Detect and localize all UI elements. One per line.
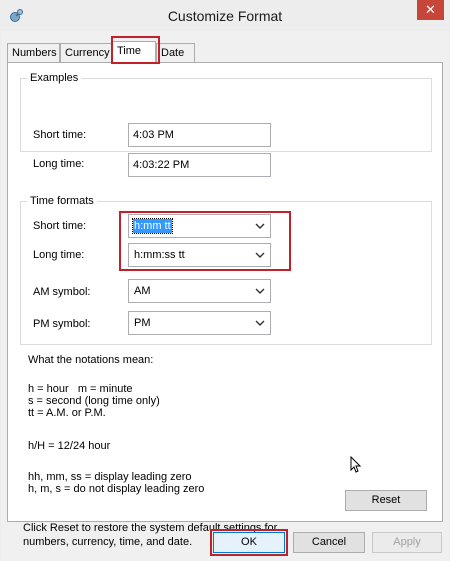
tab-numbers[interactable]: Numbers xyxy=(7,43,60,63)
notation-line: h = hour m = minute xyxy=(28,383,133,395)
title-bar[interactable]: Customize Format ✕ xyxy=(0,0,450,31)
short-time-format-label: Short time: xyxy=(33,220,87,232)
pm-symbol-value: PM xyxy=(134,317,151,329)
am-symbol-label: AM symbol: xyxy=(33,286,91,298)
close-icon: ✕ xyxy=(425,2,436,17)
tab-date[interactable]: Date xyxy=(156,43,195,63)
time-tab-highlight xyxy=(111,36,160,64)
example-long-time-field[interactable]: 4:03:22 PM xyxy=(128,153,271,177)
notations-heading: What the notations mean: xyxy=(28,354,154,366)
tab-panel-time: Examples Short time: 4:03 PM Long time: … xyxy=(7,62,443,548)
notation-line: tt = A.M. or P.M. xyxy=(28,407,106,419)
apply-button[interactable]: Apply xyxy=(372,532,442,553)
chevron-down-icon[interactable] xyxy=(254,284,266,298)
format-fields-highlight xyxy=(119,211,291,271)
notation-line: hh, mm, ss = display leading zero xyxy=(28,471,192,483)
example-long-time-label: Long time: xyxy=(33,158,85,170)
example-short-time-label: Short time: xyxy=(33,129,87,141)
reset-description-line2: numbers, currency, time, and date. xyxy=(23,536,193,548)
am-symbol-value: AM xyxy=(134,285,151,297)
notation-line: h, m, s = do not display leading zero xyxy=(28,483,205,495)
dialog-client-area: Numbers Currency Time Date Examples Shor… xyxy=(1,31,449,561)
am-symbol-combo[interactable]: AM xyxy=(128,279,271,303)
mouse-cursor-icon xyxy=(350,455,362,474)
pm-symbol-label: PM symbol: xyxy=(33,318,91,330)
pm-symbol-combo[interactable]: PM xyxy=(128,311,271,335)
customize-format-dialog: Customize Format ✕ Numbers Currency Time… xyxy=(0,0,450,561)
chevron-down-icon[interactable] xyxy=(254,316,266,330)
ok-button-highlight xyxy=(210,529,288,556)
time-formats-legend: Time formats xyxy=(30,195,94,207)
notation-line: h/H = 12/24 hour xyxy=(28,440,111,452)
notation-line: s = second (long time only) xyxy=(28,395,160,407)
long-time-format-label: Long time: xyxy=(33,249,85,261)
example-short-time-field[interactable]: 4:03 PM xyxy=(128,123,271,147)
tab-currency[interactable]: Currency xyxy=(60,43,112,63)
reset-button[interactable]: Reset xyxy=(345,490,427,511)
window-title: Customize Format xyxy=(167,8,283,24)
close-button[interactable]: ✕ xyxy=(417,0,444,20)
examples-legend: Examples xyxy=(30,72,79,84)
cancel-button[interactable]: Cancel xyxy=(293,532,365,553)
